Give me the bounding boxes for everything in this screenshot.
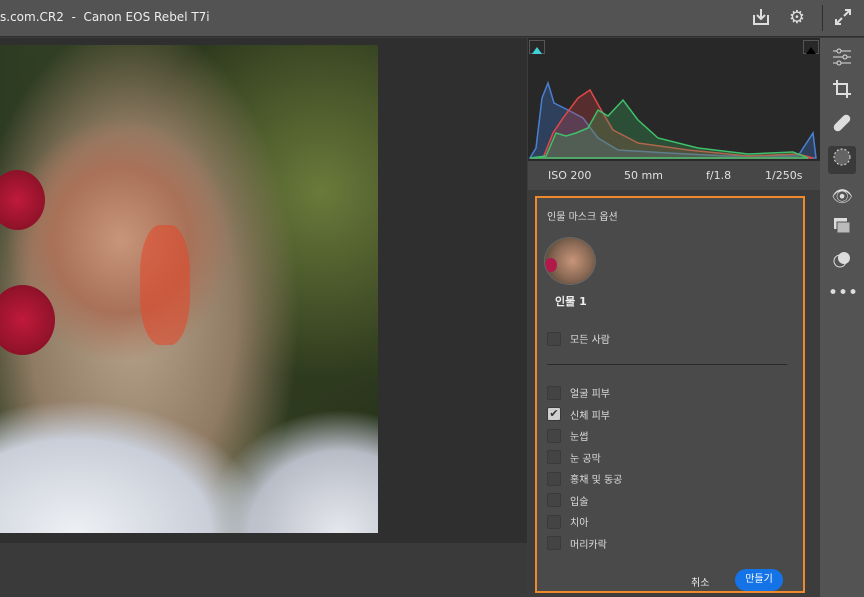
exif-info: ISO 200 50 mm f/1.8 1/250s [528, 160, 820, 190]
checkbox-label: 얼굴 피부 [570, 389, 610, 400]
checkbox[interactable] [547, 385, 561, 400]
snapshots-icon[interactable] [828, 215, 856, 243]
checkbox[interactable] [547, 331, 561, 346]
checkbox-option[interactable]: 머리카락 [547, 536, 607, 551]
histogram-graph [528, 80, 817, 159]
checkbox-option[interactable]: 홍채 및 동공 [547, 471, 622, 486]
flower [0, 170, 45, 230]
filmstrip-area [0, 543, 527, 597]
expand-icon[interactable] [832, 7, 854, 29]
document-title: s.com.CR2 - Canon EOS Rebel T7i [0, 10, 210, 24]
checkbox-label: 눈썹 [570, 432, 589, 443]
tool-rail: 👁 ••• [820, 38, 864, 597]
download-icon[interactable] [750, 7, 772, 29]
checkbox-option[interactable]: 치아 [547, 514, 588, 529]
person-thumbnail[interactable] [544, 237, 596, 285]
checkbox-all-people[interactable]: 모든 사람 [547, 331, 610, 346]
checkbox-option[interactable]: 얼굴 피부 [547, 385, 610, 400]
checkbox-option[interactable]: ✔ 신체 피부 [547, 407, 610, 422]
checkbox[interactable]: ✔ [547, 407, 561, 421]
checkbox-label: 모든 사람 [570, 335, 610, 346]
person-label: 인물 1 [555, 295, 587, 308]
gear-icon[interactable]: ⚙ [786, 7, 808, 29]
healing-icon[interactable] [828, 112, 856, 140]
focal-length: 50 mm [624, 169, 663, 182]
checkbox[interactable] [547, 450, 561, 464]
checkbox-label: 머리카락 [570, 539, 607, 551]
histogram [528, 38, 820, 160]
red-eye-icon[interactable]: 👁 [828, 183, 856, 211]
body-skin-mask-overlay [140, 225, 190, 345]
aperture: f/1.8 [706, 169, 732, 182]
more-icon[interactable]: ••• [828, 279, 858, 307]
people-mask-options-panel: 인물 마스크 옵션 인물 1 모든 사람 얼굴 피부 ✔ 신체 피부눈썹눈 공막홍채… [535, 196, 805, 593]
checkbox[interactable] [547, 471, 561, 486]
checkbox-option[interactable]: 입술 [547, 493, 588, 508]
divider [822, 5, 823, 31]
shutter-speed: 1/250s [765, 169, 803, 182]
photo-preview[interactable] [0, 45, 378, 533]
checkbox-option[interactable]: 눈 공막 [547, 450, 601, 465]
panel-title: 인물 마스크 옵션 [547, 212, 618, 223]
title-bar: s.com.CR2 - Canon EOS Rebel T7i ⚙ [0, 0, 864, 37]
checkbox-label: 치아 [570, 518, 589, 529]
iso-value: ISO 200 [548, 169, 592, 182]
checkbox-option[interactable]: 눈썹 [547, 428, 588, 443]
checkbox[interactable] [547, 536, 561, 550]
checkbox[interactable] [547, 428, 561, 443]
cancel-button[interactable]: 취소 [691, 574, 709, 589]
create-button[interactable]: 만들기 [735, 569, 783, 591]
crop-icon[interactable] [828, 78, 856, 106]
checkbox-label: 입술 [570, 496, 589, 508]
checkbox[interactable] [547, 514, 561, 529]
masking-icon[interactable] [828, 146, 856, 174]
presets-icon[interactable] [828, 249, 856, 277]
sliders-icon[interactable] [828, 46, 856, 74]
checkbox-label: 홍채 및 동공 [570, 475, 623, 486]
checkbox-label: 신체 피부 [570, 410, 610, 422]
checkbox[interactable] [547, 493, 561, 507]
photo-jacket [0, 337, 378, 533]
checkbox-label: 눈 공막 [570, 453, 601, 465]
divider [547, 364, 787, 365]
